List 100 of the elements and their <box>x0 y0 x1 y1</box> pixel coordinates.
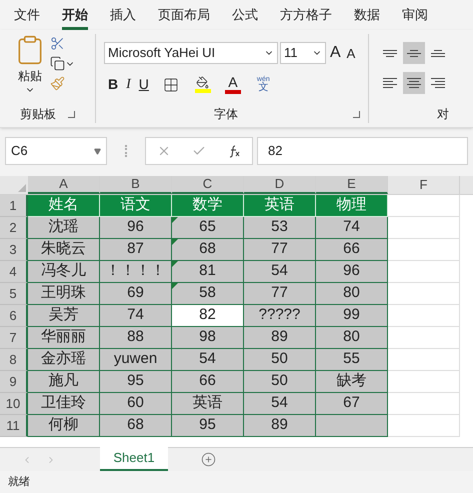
table-cell[interactable]: 沈瑶 <box>28 217 100 239</box>
border-icon[interactable] <box>162 76 179 92</box>
row-header[interactable]: 5 <box>0 283 28 305</box>
table-cell[interactable]: ！！！！ <box>100 261 172 283</box>
header-cell[interactable]: 数学 <box>172 195 244 217</box>
table-cell[interactable]: 89 <box>244 415 316 437</box>
table-cell[interactable]: 王明珠 <box>28 283 100 305</box>
formula-field[interactable]: 82 <box>257 137 468 165</box>
expand-icon[interactable] <box>353 110 360 118</box>
function-icon[interactable] <box>227 144 242 158</box>
table-cell[interactable]: 99 <box>316 305 388 327</box>
row-header[interactable]: 9 <box>0 371 28 393</box>
table-cell[interactable]: 缺考 <box>316 371 388 393</box>
column-header[interactable]: F <box>388 176 460 194</box>
shrink-font-button[interactable]: A <box>344 46 358 60</box>
row-header[interactable]: 6 <box>0 305 28 327</box>
row-header[interactable]: 3 <box>0 239 28 261</box>
sheet-tab[interactable]: Sheet1 <box>100 447 168 471</box>
table-cell[interactable]: 54 <box>172 349 244 371</box>
scissors-icon[interactable] <box>50 36 65 51</box>
table-cell[interactable]: 50 <box>244 371 316 393</box>
table-cell[interactable]: 66 <box>316 239 388 261</box>
table-cell[interactable]: 96 <box>100 217 172 239</box>
paste-label[interactable]: 粘贴 <box>18 67 42 85</box>
table-cell[interactable]: 金亦瑶 <box>28 349 100 371</box>
table-cell[interactable]: 67 <box>316 393 388 415</box>
row-header[interactable]: 4 <box>0 261 28 283</box>
add-sheet-icon[interactable] <box>201 452 216 467</box>
table-cell[interactable]: 80 <box>316 327 388 349</box>
row-header[interactable]: 10 <box>0 393 28 415</box>
table-cell[interactable]: 74 <box>100 305 172 327</box>
table-cell[interactable]: 95 <box>100 371 172 393</box>
table-cell[interactable]: yuwen <box>100 349 172 371</box>
table-cell[interactable]: 65 <box>172 217 244 239</box>
table-cell[interactable]: 54 <box>244 393 316 415</box>
table-cell[interactable]: 冯冬儿 <box>28 261 100 283</box>
table-cell[interactable]: 77 <box>244 239 316 261</box>
fill-color-icon[interactable] <box>194 76 211 93</box>
header-cell[interactable]: 物理 <box>316 195 388 217</box>
column-header[interactable]: E <box>316 176 388 194</box>
row-header[interactable]: 8 <box>0 349 28 371</box>
table-cell[interactable]: 华丽丽 <box>28 327 100 349</box>
table-cell[interactable]: 68 <box>100 415 172 437</box>
font-color-button[interactable]: A <box>224 75 241 94</box>
name-box[interactable]: C6 <box>5 137 107 165</box>
table-cell[interactable]: 77 <box>244 283 316 305</box>
ribbon-tab[interactable]: 审阅 <box>402 2 428 30</box>
table-cell[interactable]: 58 <box>172 283 244 305</box>
table-cell[interactable]: 吴芳 <box>28 305 100 327</box>
italic-button[interactable]: I <box>126 74 131 95</box>
ribbon-tab[interactable]: 页面布局 <box>158 2 210 30</box>
table-cell[interactable]: 55 <box>316 349 388 371</box>
table-cell[interactable]: 74 <box>316 217 388 239</box>
table-cell[interactable]: 82 <box>172 305 244 327</box>
column-header[interactable]: C <box>172 176 244 194</box>
table-cell[interactable]: 53 <box>244 217 316 239</box>
copy-icon[interactable] <box>50 56 65 71</box>
table-cell[interactable]: 96 <box>316 261 388 283</box>
select-all-icon[interactable] <box>18 184 26 192</box>
table-cell[interactable]: 卫佳玲 <box>28 393 100 415</box>
brush-icon[interactable] <box>50 76 65 91</box>
table-cell[interactable]: 54 <box>244 261 316 283</box>
column-header[interactable]: B <box>100 176 172 194</box>
font-size-field[interactable]: 11 <box>280 42 326 64</box>
table-cell[interactable]: 81 <box>172 261 244 283</box>
row-header[interactable]: 2 <box>0 217 28 239</box>
table-cell[interactable]: 朱晓云 <box>28 239 100 261</box>
column-header[interactable]: D <box>244 176 316 194</box>
header-cell[interactable]: 姓名 <box>28 195 100 217</box>
table-cell[interactable]: ????? <box>244 305 316 327</box>
align-button[interactable] <box>403 42 425 64</box>
ribbon-tab[interactable]: 插入 <box>110 2 136 30</box>
table-cell[interactable]: 68 <box>172 239 244 261</box>
ribbon-tab[interactable]: 文件 <box>14 2 40 30</box>
column-header[interactable]: A <box>28 176 100 194</box>
underline-button[interactable]: U <box>138 74 149 95</box>
table-cell[interactable] <box>316 415 388 437</box>
header-cell[interactable]: 语文 <box>100 195 172 217</box>
table-cell[interactable]: 60 <box>100 393 172 415</box>
table-cell[interactable]: 87 <box>100 239 172 261</box>
row-header[interactable]: 11 <box>0 415 28 437</box>
table-cell[interactable]: 何柳 <box>28 415 100 437</box>
table-cell[interactable]: 50 <box>244 349 316 371</box>
ribbon-tab[interactable]: 数据 <box>354 2 380 30</box>
font-name-field[interactable]: Microsoft YaHei UI <box>104 42 278 64</box>
table-cell[interactable]: 施凡 <box>28 371 100 393</box>
row-header[interactable]: 1 <box>0 195 28 217</box>
row-header[interactable]: 7 <box>0 327 28 349</box>
header-cell[interactable]: 英语 <box>244 195 316 217</box>
table-cell[interactable]: 98 <box>172 327 244 349</box>
table-cell[interactable]: 88 <box>100 327 172 349</box>
table-cell[interactable]: 89 <box>244 327 316 349</box>
table-cell[interactable]: 95 <box>172 415 244 437</box>
bold-button[interactable]: B <box>108 74 118 95</box>
ribbon-tab[interactable]: 方方格子 <box>280 2 332 30</box>
align-button[interactable] <box>403 72 425 94</box>
ribbon-tab[interactable]: 公式 <box>232 2 258 30</box>
expand-icon[interactable] <box>68 110 75 118</box>
table-cell[interactable]: 69 <box>100 283 172 305</box>
table-cell[interactable]: 英语 <box>172 393 244 415</box>
